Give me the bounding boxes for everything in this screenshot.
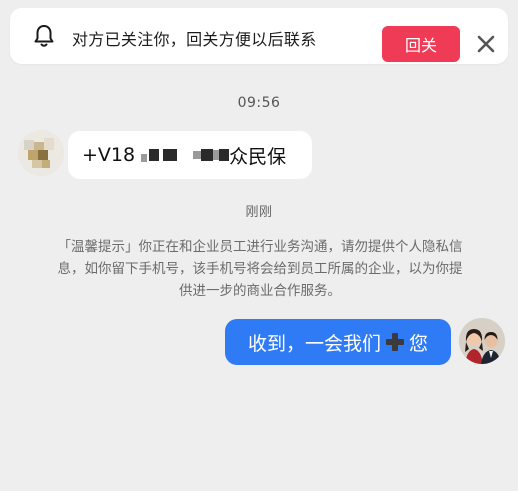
- bell-icon: [34, 25, 54, 47]
- outgoing-message-bubble[interactable]: 收到，一会我们 您: [225, 319, 451, 365]
- redacted-block: [141, 154, 148, 162]
- close-icon[interactable]: [473, 31, 499, 57]
- user-avatar-image: [459, 318, 505, 364]
- follow-notification-banner: 对方已关注你，回关方便以后联系 回关: [10, 8, 508, 64]
- outgoing-message-text: 收到，一会我们: [247, 332, 381, 355]
- redacted-block: [201, 149, 214, 161]
- plus-icon: [386, 333, 404, 351]
- follow-notification-text: 对方已关注你，回关方便以后联系: [72, 30, 317, 49]
- redacted-block: [193, 151, 202, 159]
- contact-avatar[interactable]: [18, 130, 64, 176]
- incoming-message-suffix: 众民保: [229, 145, 287, 168]
- incoming-message-bubble[interactable]: +V18 众民保: [68, 131, 312, 179]
- redacted-block: [163, 149, 178, 161]
- message-timestamp: 09:56: [237, 95, 281, 111]
- redacted-block: [219, 149, 230, 161]
- incoming-message-prefix: +V18: [82, 144, 136, 166]
- message-timestamp: 刚刚: [245, 205, 273, 220]
- follow-back-button[interactable]: 回关: [382, 26, 460, 62]
- redacted-block: [149, 149, 160, 161]
- privacy-notice: 「温馨提示」你正在和企业员工进行业务沟通，请勿提供个人隐私信息，如你留下手机号，…: [57, 239, 463, 299]
- outgoing-message-text-end: 您: [409, 332, 429, 355]
- blurred-avatar-image: [18, 130, 64, 176]
- chat-screen: 对方已关注你，回关方便以后联系 回关 09:56 +V18 众民保 刚刚 「温馨…: [0, 0, 518, 491]
- user-avatar[interactable]: [459, 318, 505, 364]
